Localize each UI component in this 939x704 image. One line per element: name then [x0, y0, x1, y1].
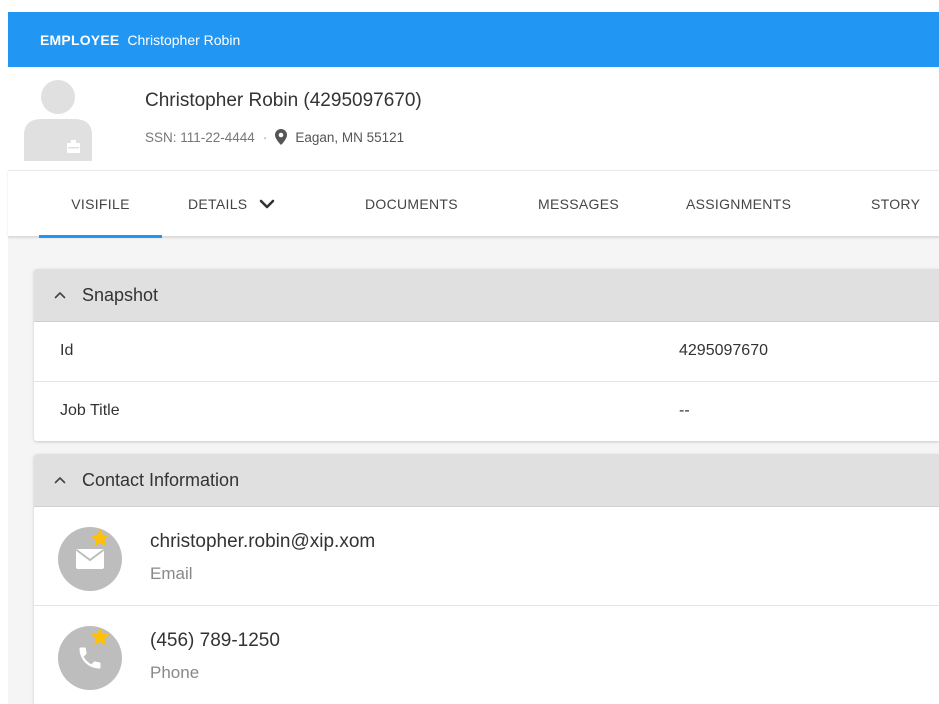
tab-label: VISIFILE [71, 196, 130, 212]
snapshot-panel: Snapshot Id 4295097670 Job Title -- [34, 269, 939, 441]
meta-separator: · [262, 129, 268, 145]
window-top-strip [0, 0, 939, 12]
field-label: Job Title [60, 402, 120, 419]
contact-item-phone[interactable]: (456) 789-1250 Phone [34, 606, 939, 704]
contact-header[interactable]: Contact Information [34, 454, 939, 507]
tab-label: DOCUMENTS [365, 196, 458, 212]
tab-label: ASSIGNMENTS [686, 196, 792, 212]
tab-documents[interactable]: DOCUMENTS [365, 171, 458, 237]
person-badge-icon [24, 80, 92, 161]
primary-star-icon [90, 627, 110, 646]
employee-header: Christopher Robin (4295097670) SSN: 111-… [8, 67, 939, 170]
field-value: 4295097670 [679, 342, 768, 359]
location-text: Eagan, MN 55121 [295, 129, 405, 145]
field-value: -- [679, 402, 690, 419]
tab-label: DETAILS [188, 196, 248, 212]
primary-star-icon [90, 528, 110, 547]
record-name-label: Christopher Robin [127, 31, 241, 48]
tab-label: STORY [871, 196, 921, 212]
envelope-icon [75, 549, 105, 569]
contact-panel: Contact Information christopher.robin@xi… [34, 454, 939, 704]
tab-messages[interactable]: MESSAGES [538, 171, 619, 237]
app-bar: EMPLOYEE Christopher Robin [8, 12, 939, 67]
tab-assignments[interactable]: ASSIGNMENTS [686, 171, 791, 237]
location-pin-icon [275, 129, 288, 145]
window-left-strip [0, 12, 8, 704]
tab-story[interactable]: STORY [871, 171, 920, 237]
avatar [22, 77, 94, 161]
tab-details[interactable]: DETAILS [188, 171, 275, 237]
chevron-down-icon [260, 199, 275, 209]
email-value: christopher.robin@xip.xom [150, 531, 376, 552]
snapshot-row-job-title: Job Title -- [34, 382, 939, 441]
phone-value: (456) 789-1250 [150, 630, 280, 651]
ssn-text: SSN: 111-22-4444 [145, 129, 255, 145]
snapshot-title: Snapshot [82, 284, 159, 305]
tab-visifile[interactable]: VISIFILE [39, 171, 162, 238]
tab-bar: VISIFILE DETAILS DOCUMENTS MESSAGES ASSI… [8, 170, 939, 238]
field-label: Id [60, 342, 74, 359]
chevron-up-icon [54, 477, 66, 484]
contact-title: Contact Information [82, 469, 240, 490]
snapshot-header[interactable]: Snapshot [34, 269, 939, 322]
tab-label: MESSAGES [538, 196, 619, 212]
employee-meta: SSN: 111-22-4444 · Eagan, MN 55121 [145, 129, 404, 145]
phone-type-label: Phone [150, 663, 200, 682]
record-type-label: EMPLOYEE [40, 31, 120, 48]
phone-icon [79, 647, 101, 669]
email-type-label: Email [150, 564, 193, 583]
employee-name: Christopher Robin (4295097670) [145, 90, 422, 111]
snapshot-row-id: Id 4295097670 [34, 322, 939, 382]
chevron-up-icon [54, 292, 66, 299]
contact-item-email[interactable]: christopher.robin@xip.xom Email [34, 507, 939, 606]
